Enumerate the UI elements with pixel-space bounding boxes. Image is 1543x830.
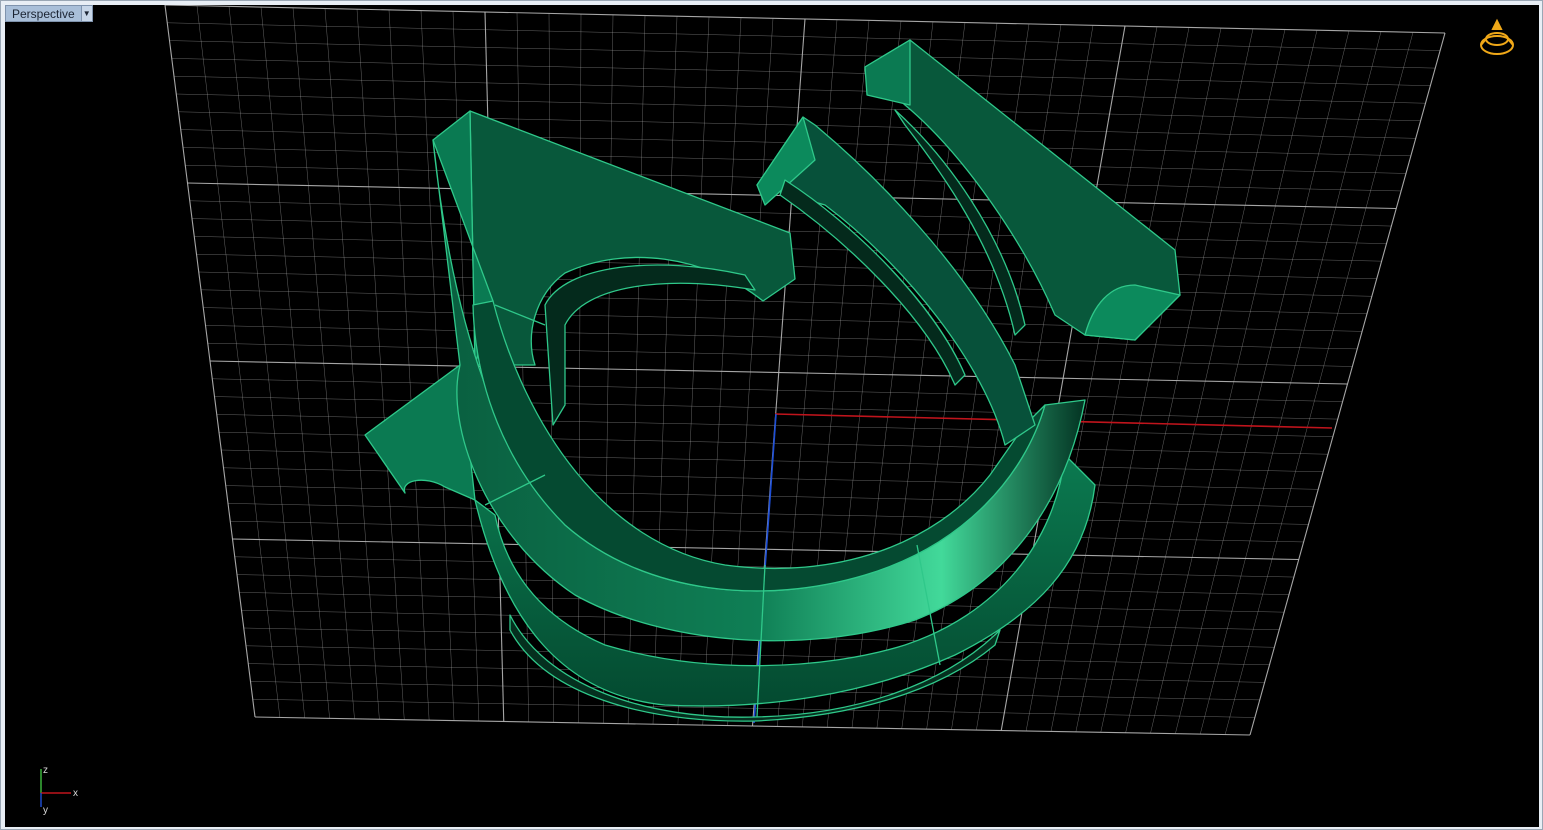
grid-line (1200, 31, 1382, 735)
rhino-viewport-frame: z x y Perspective ▼ (0, 0, 1543, 830)
axis-widget: z x y (40, 765, 78, 816)
axis-widget-z-label: z (43, 765, 48, 776)
ring-left-wing-top (469, 110, 796, 366)
ring-right-prong-front (864, 39, 911, 106)
perspective-viewport[interactable]: z x y (5, 5, 1539, 827)
viewport-canvas[interactable]: z x y (5, 5, 1539, 827)
grid-line (1150, 30, 1318, 734)
chevron-down-icon[interactable]: ▼ (80, 5, 93, 22)
axis-widget-y-label: y (43, 805, 48, 816)
axis-widget-x-label: x (73, 788, 78, 799)
viewport-title-tab[interactable]: Perspective ▼ (5, 5, 93, 22)
ring-orbit-icon[interactable] (1480, 18, 1514, 55)
grid-line (1175, 30, 1350, 734)
grid-line (1125, 29, 1286, 733)
grid-line (1224, 32, 1414, 735)
viewport-title-label[interactable]: Perspective (5, 5, 81, 22)
grid-line (1249, 32, 1446, 736)
